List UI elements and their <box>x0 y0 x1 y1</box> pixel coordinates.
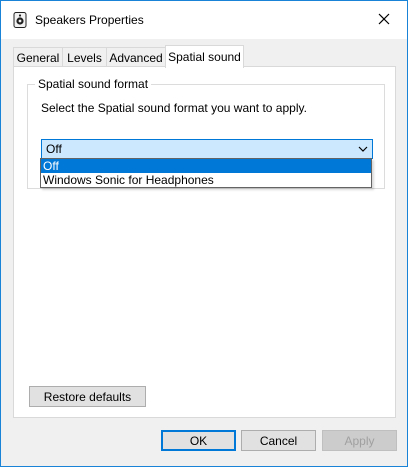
restore-defaults-button[interactable]: Restore defaults <box>29 386 146 407</box>
properties-window: Speakers Properties General Levels Advan… <box>0 0 408 467</box>
tab-levels[interactable]: Levels <box>62 47 107 67</box>
instruction-text: Select the Spatial sound format you want… <box>41 101 307 115</box>
apply-button[interactable]: Apply <box>322 430 397 451</box>
ok-button[interactable]: OK <box>161 430 236 451</box>
tab-advanced[interactable]: Advanced <box>106 47 166 67</box>
chevron-down-icon[interactable] <box>358 143 368 153</box>
speaker-icon <box>13 12 27 28</box>
option-off[interactable]: Off <box>41 159 371 173</box>
window-title: Speakers Properties <box>35 13 144 27</box>
tab-spatial-sound[interactable]: Spatial sound <box>165 45 244 68</box>
close-button[interactable] <box>361 1 407 39</box>
cancel-button[interactable]: Cancel <box>241 430 316 451</box>
title-bar[interactable]: Speakers Properties <box>1 1 407 39</box>
selected-value: Off <box>46 142 62 156</box>
spatial-format-select[interactable]: Off <box>41 139 373 159</box>
tab-general[interactable]: General <box>13 47 63 67</box>
group-label: Spatial sound format <box>35 77 152 91</box>
tab-panel: Spatial sound format Select the Spatial … <box>13 66 396 418</box>
close-icon <box>378 13 390 28</box>
format-dropdown-list: Off Windows Sonic for Headphones <box>40 158 372 188</box>
option-windows-sonic[interactable]: Windows Sonic for Headphones <box>41 173 371 187</box>
